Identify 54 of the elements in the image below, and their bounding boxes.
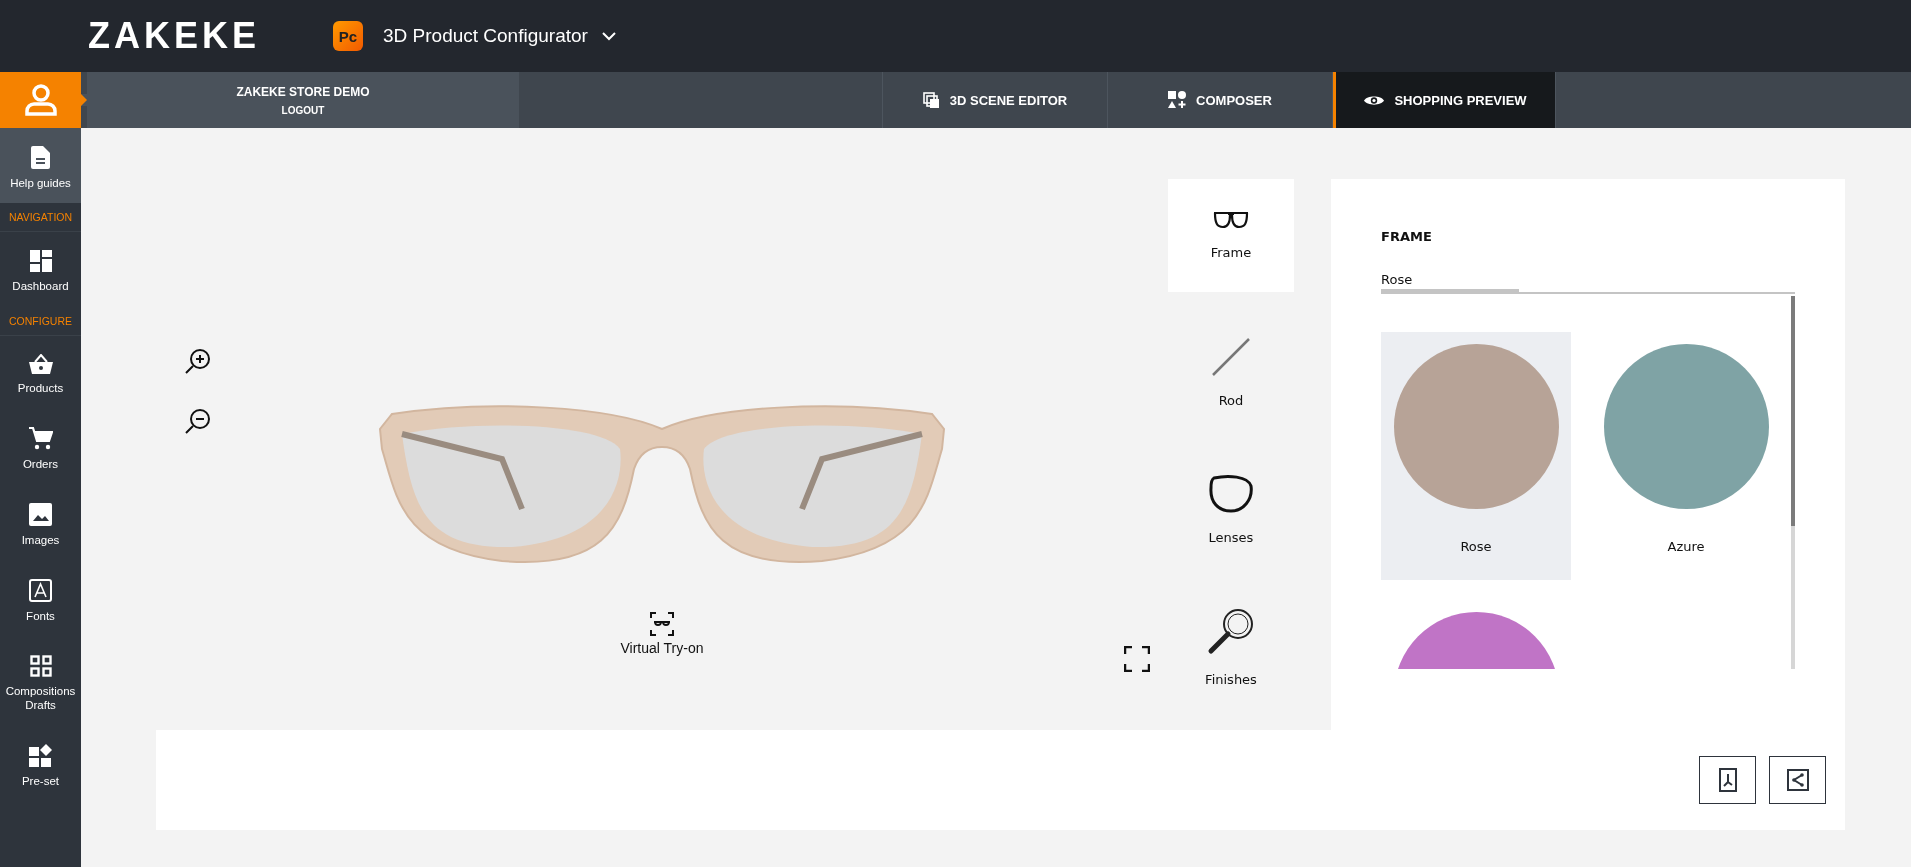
sidebar-item[interactable]: Help guides — [0, 128, 81, 203]
scrollbar[interactable] — [1791, 296, 1795, 669]
fullscreen-icon — [1124, 646, 1150, 672]
magnifier-icon — [1206, 606, 1256, 656]
sidebar-item[interactable]: Orders — [0, 409, 81, 485]
app-name[interactable]: 3D Product Configurator — [383, 25, 588, 47]
preset-icon — [29, 744, 52, 767]
glasses-scan-icon — [650, 612, 674, 636]
virtual-try-on-button[interactable]: Virtual Try-on — [614, 611, 710, 657]
pdf-icon — [1718, 768, 1737, 792]
panel-title: FRAME — [1381, 229, 1433, 244]
layers-icon — [922, 91, 940, 109]
zoom-out-button[interactable] — [184, 407, 212, 435]
image-icon — [29, 503, 52, 526]
logout-link[interactable]: LOGOUT — [281, 104, 325, 116]
sidebar-item[interactable]: Products — [0, 336, 81, 409]
zoom-in-icon — [184, 347, 212, 375]
section-label: CONFIGURE — [0, 307, 81, 336]
dashboard-icon — [29, 250, 52, 272]
share-icon — [1786, 769, 1809, 791]
step-tab[interactable]: Finishes — [1168, 590, 1294, 703]
rod-icon — [1211, 337, 1251, 377]
sidebar-item[interactable]: Dashboard — [0, 232, 81, 307]
document-icon — [31, 146, 50, 169]
zoom-out-icon — [184, 407, 212, 435]
sidebar-item[interactable]: Compositions Drafts — [0, 637, 81, 726]
chevron-down-icon[interactable] — [601, 31, 616, 41]
pdf-button[interactable] — [1699, 756, 1756, 804]
option-tab[interactable]: Rose — [1381, 272, 1519, 294]
user-avatar-button[interactable] — [0, 72, 81, 128]
step-tab[interactable]: Lenses — [1168, 453, 1294, 566]
step-tab[interactable]: Rod — [1168, 316, 1294, 429]
app-badge-icon: Pc — [333, 21, 363, 51]
fullscreen-button[interactable] — [1124, 646, 1150, 672]
grid-icon — [29, 655, 52, 677]
sidebar-item[interactable]: Pre-set — [0, 726, 81, 802]
logo[interactable]: ZAKEKE — [88, 15, 306, 57]
basket-icon — [28, 354, 53, 374]
share-button[interactable] — [1769, 756, 1826, 804]
step-tab[interactable]: Frame — [1168, 179, 1294, 292]
letter-icon — [29, 579, 52, 602]
glasses-icon — [1213, 211, 1249, 229]
lens-icon — [1208, 474, 1254, 514]
sidebar-item[interactable]: Fonts — [0, 561, 81, 637]
section-label: NAVIGATION — [0, 203, 81, 232]
user-icon — [23, 84, 58, 116]
shapes-icon — [1168, 91, 1187, 109]
zoom-in-button[interactable] — [184, 347, 212, 375]
top-tab[interactable]: SHOPPING PREVIEW — [1333, 72, 1556, 128]
cart-icon — [28, 427, 53, 450]
sidebar-item[interactable]: Images — [0, 485, 81, 561]
eye-icon — [1364, 93, 1385, 107]
material-swatch[interactable]: Rose — [1381, 332, 1571, 580]
store-name: ZAKEKE STORE DEMO — [236, 84, 370, 99]
